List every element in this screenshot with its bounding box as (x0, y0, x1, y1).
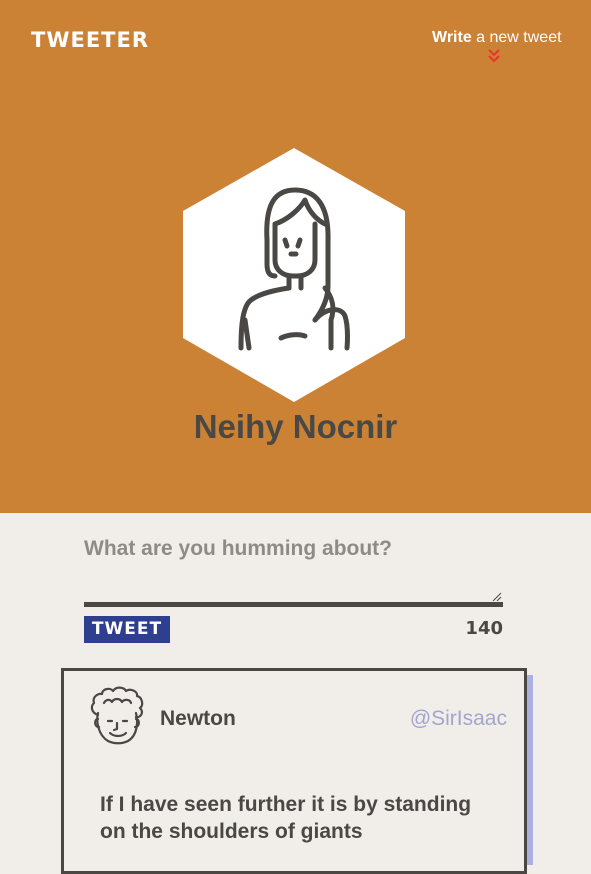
profile-header: TWEETER Write a new tweet Neihy Nocnir (0, 0, 591, 513)
tweet-text: If I have seen further it is by standing… (100, 793, 472, 843)
double-chevron-down-icon[interactable] (486, 48, 502, 64)
tweet-card: Newton @SirIsaac If I have seen further … (61, 668, 527, 874)
tweet-author-handle[interactable]: @SirIsaac (410, 707, 507, 731)
compose-input[interactable] (84, 570, 506, 606)
app-logo[interactable]: TWEETER (31, 28, 149, 52)
compose-underline (84, 602, 503, 607)
profile-avatar (183, 148, 405, 402)
write-link-strong: Write (432, 29, 472, 46)
write-link-text: a new tweet (471, 29, 562, 46)
write-new-tweet-link[interactable]: Write a new tweet (432, 29, 562, 47)
compose-prompt: What are you humming about? (84, 537, 392, 560)
resize-handle-icon[interactable] (492, 592, 502, 602)
man-curly-hair-avatar-icon (90, 686, 144, 745)
profile-name: Neihy Nocnir (193, 408, 398, 445)
tweet-button[interactable]: TWEET (84, 616, 170, 643)
character-counter: 140 (465, 618, 503, 639)
tweet-author-name[interactable]: Newton (160, 707, 236, 731)
